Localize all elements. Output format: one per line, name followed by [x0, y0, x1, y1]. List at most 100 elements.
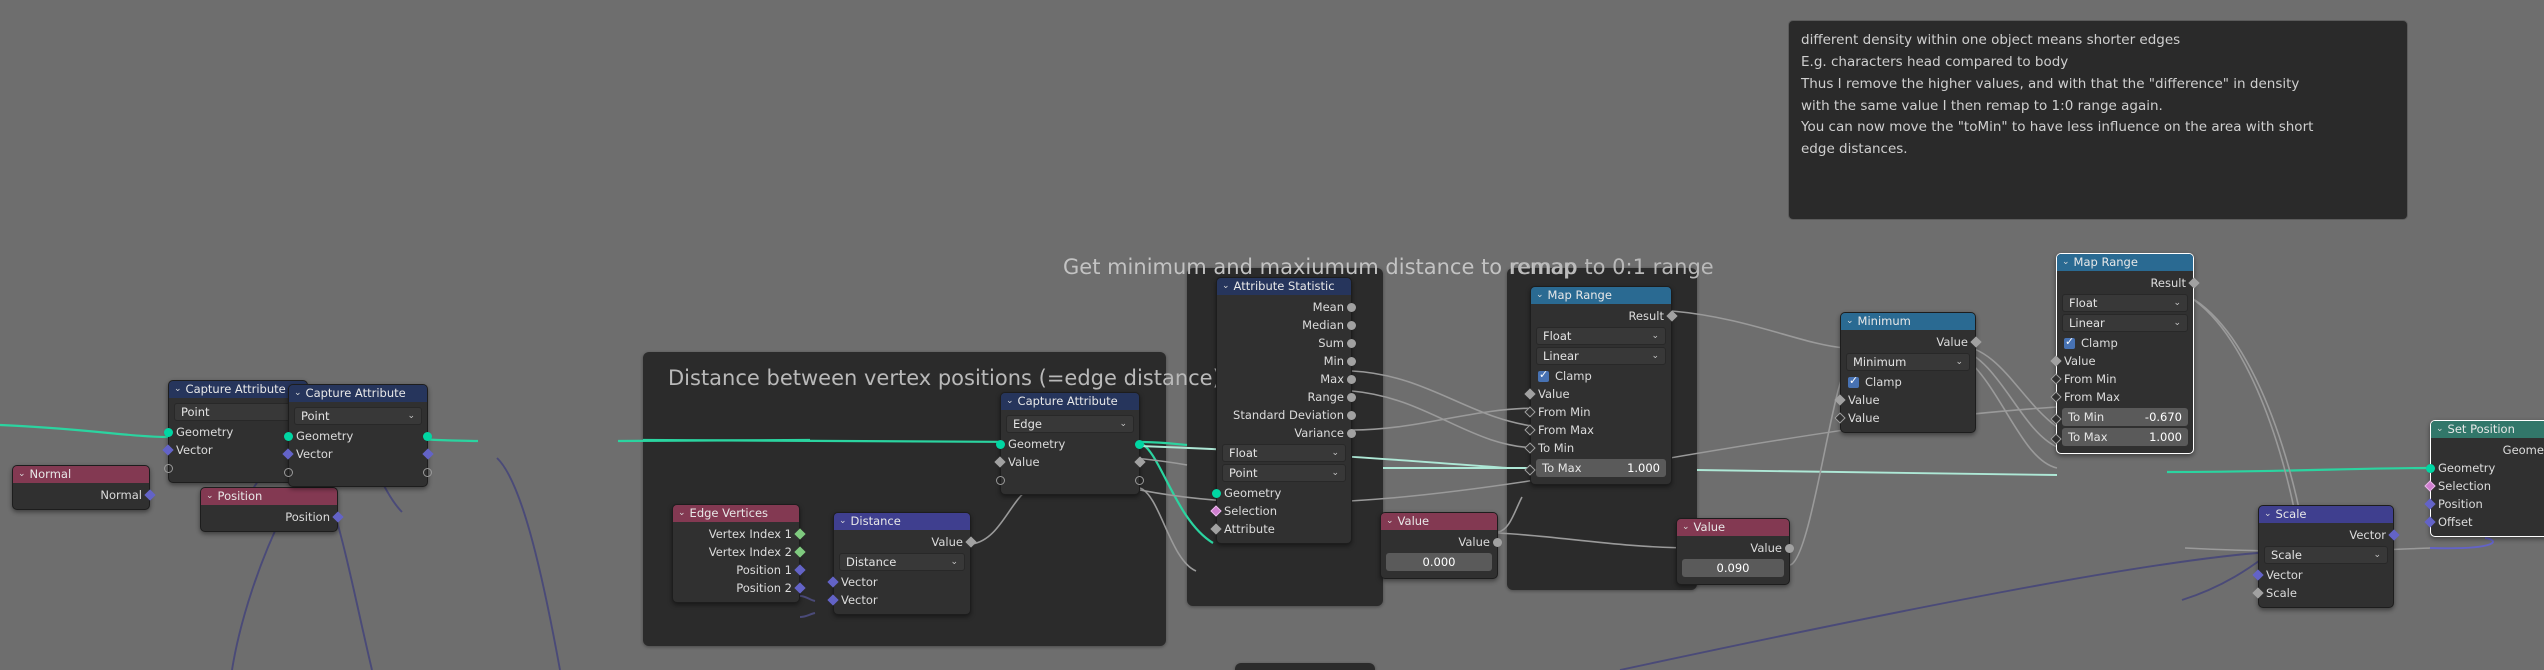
- to-min-input-socket[interactable]: [2050, 413, 2062, 425]
- from-max-input-socket[interactable]: [2050, 391, 2062, 403]
- max-output-socket[interactable]: [1347, 374, 1356, 384]
- node-capture-attribute-2-header[interactable]: ⌄ Capture Attribute: [289, 385, 427, 402]
- node-edge-vertices-header[interactable]: ⌄ Edge Vertices: [673, 505, 799, 522]
- vector-input-socket[interactable]: [162, 444, 174, 456]
- socket-row-offset[interactable]: Offset: [2424, 513, 2544, 531]
- socket-row-normal-out[interactable]: Normal: [13, 486, 156, 504]
- collapse-chevron-icon[interactable]: ⌄: [2264, 510, 2272, 519]
- vector-output-socket[interactable]: [2388, 529, 2400, 541]
- extra-input-socket[interactable]: [164, 463, 173, 473]
- socket-row-vector-out[interactable]: Vector: [2259, 526, 2400, 544]
- data-type-dropdown[interactable]: Float ⌄: [1222, 444, 1346, 462]
- node-scale[interactable]: ⌄ Scale Vector Scale ⌄ Vector Scale: [2252, 505, 2400, 608]
- value-output-socket[interactable]: [1970, 336, 1982, 348]
- collapse-chevron-icon[interactable]: ⌄: [678, 509, 686, 518]
- socket-row-from-max[interactable]: From Max: [2050, 388, 2193, 406]
- clamp-checkbox-row[interactable]: Clamp: [1531, 367, 1671, 385]
- operation-dropdown[interactable]: Scale ⌄: [2264, 546, 2388, 564]
- node-capture-attribute-edge[interactable]: ⌄ Capture Attribute Edge ⌄ Geometry Valu…: [994, 392, 1146, 495]
- node-capture-attribute-edge-header[interactable]: ⌄ Capture Attribute: [1001, 393, 1139, 410]
- socket-row-extra[interactable]: [996, 471, 1144, 489]
- socket-row-mean[interactable]: Mean: [1217, 298, 1356, 316]
- node-distance[interactable]: ⌄ Distance Value Distance ⌄ Vector Vecto…: [827, 512, 977, 615]
- value-input-socket[interactable]: [2050, 355, 2062, 367]
- socket-row-geometry-in[interactable]: Geometry: [2426, 459, 2544, 477]
- node-value-2[interactable]: ⌄ Value Value 0.090: [1676, 518, 1794, 585]
- socket-row-geometry[interactable]: Geometry: [996, 435, 1144, 453]
- collapse-chevron-icon[interactable]: ⌄: [1006, 397, 1014, 406]
- socket-row-median[interactable]: Median: [1217, 316, 1356, 334]
- socket-row-position[interactable]: Position: [2424, 495, 2544, 513]
- to-max-input-socket[interactable]: [2050, 433, 2062, 445]
- clamp-checkbox[interactable]: [2064, 335, 2075, 349]
- socket-row-geometry[interactable]: Geometry: [284, 427, 432, 445]
- vector-output-socket[interactable]: [422, 448, 434, 460]
- geometry-output-socket[interactable]: [1135, 439, 1144, 449]
- node-minimum-header[interactable]: ⌄ Minimum: [1841, 313, 1975, 330]
- socket-row-value-b[interactable]: Value: [1834, 409, 1975, 427]
- socket-row-geometry[interactable]: Geometry: [1212, 484, 1351, 502]
- socket-row-vertex-index-2[interactable]: Vertex Index 2: [673, 543, 806, 561]
- normal-output-socket[interactable]: [144, 489, 156, 501]
- sum-output-socket[interactable]: [1347, 338, 1356, 348]
- socket-row-range[interactable]: Range: [1217, 388, 1356, 406]
- geometry-output-socket[interactable]: [423, 431, 432, 441]
- socket-row-selection[interactable]: Selection: [2424, 477, 2544, 495]
- mean-output-socket[interactable]: [1347, 302, 1356, 312]
- extra-output-socket[interactable]: [1135, 475, 1144, 485]
- collapse-chevron-icon[interactable]: ⌄: [294, 389, 302, 398]
- socket-row-value-a[interactable]: Value: [1834, 391, 1975, 409]
- min-output-socket[interactable]: [1347, 356, 1356, 366]
- geometry-input-socket[interactable]: [1212, 488, 1221, 498]
- clamp-checkbox-row[interactable]: Clamp: [2057, 334, 2193, 352]
- socket-row-value[interactable]: Value: [2050, 352, 2193, 370]
- socket-row-selection[interactable]: Selection: [1210, 502, 1351, 520]
- result-output-socket[interactable]: [2188, 277, 2200, 289]
- socket-row-attribute[interactable]: Attribute: [1210, 520, 1351, 538]
- node-map-range-1-header[interactable]: ⌄ Map Range: [1531, 287, 1671, 304]
- socket-row-vector-a[interactable]: Vector: [827, 573, 970, 591]
- node-set-position-header[interactable]: ⌄ Set Position: [2431, 421, 2544, 438]
- position-input-socket[interactable]: [2424, 498, 2436, 510]
- from-min-input-socket[interactable]: [2050, 373, 2062, 385]
- socket-row-min[interactable]: Min: [1217, 352, 1356, 370]
- frame-bottom-partial[interactable]: [1235, 663, 1375, 670]
- node-edge-vertices[interactable]: ⌄ Edge Vertices Vertex Index 1 Vertex In…: [672, 504, 806, 603]
- variance-output-socket[interactable]: [1347, 428, 1356, 438]
- node-map-range-2[interactable]: ⌄ Map Range Result Float ⌄ Linear ⌄ Clam…: [2050, 253, 2200, 454]
- collapse-chevron-icon[interactable]: ⌄: [1386, 517, 1394, 526]
- node-value-1-header[interactable]: ⌄ Value: [1381, 513, 1497, 530]
- collapse-chevron-icon[interactable]: ⌄: [18, 470, 26, 479]
- node-minimum[interactable]: ⌄ Minimum Value Minimum ⌄ Clamp Value: [1834, 312, 1982, 433]
- value-output-socket[interactable]: [1785, 543, 1794, 553]
- node-normal-header[interactable]: ⌄ Normal: [13, 466, 149, 483]
- scale-input-socket[interactable]: [2252, 587, 2264, 599]
- interpolation-dropdown[interactable]: Linear ⌄: [1536, 347, 1666, 365]
- socket-row-vertex-index-1[interactable]: Vertex Index 1: [673, 525, 806, 543]
- value-a-input-socket[interactable]: [1834, 394, 1846, 406]
- geometry-input-socket[interactable]: [164, 427, 173, 437]
- collapse-chevron-icon[interactable]: ⌄: [1536, 291, 1544, 300]
- socket-row-from-max[interactable]: From Max: [1524, 421, 1671, 439]
- socket-row-value[interactable]: Value: [1524, 385, 1671, 403]
- geometry-input-socket[interactable]: [996, 439, 1005, 449]
- domain-dropdown[interactable]: Point ⌄: [294, 407, 422, 425]
- socket-row-result[interactable]: Result: [1531, 307, 1678, 325]
- extra-input-socket[interactable]: [996, 475, 1005, 485]
- value-number-field[interactable]: 0.090: [1682, 559, 1784, 577]
- socket-row-result[interactable]: Result: [2057, 274, 2200, 292]
- vector-input-socket[interactable]: [2252, 569, 2264, 581]
- annotation-note[interactable]: different density within one object mean…: [1788, 20, 2408, 220]
- socket-row-from-min[interactable]: From Min: [2050, 370, 2193, 388]
- extra-input-socket[interactable]: [284, 467, 293, 477]
- socket-row-geometry-out[interactable]: Geometry: [2431, 441, 2544, 459]
- collapse-chevron-icon[interactable]: ⌄: [2436, 425, 2444, 434]
- socket-row-from-min[interactable]: From Min: [1524, 403, 1671, 421]
- to-min-number-field[interactable]: To Min -0.670: [2062, 408, 2188, 426]
- node-attribute-statistic-header[interactable]: ⌄ Attribute Statistic: [1217, 278, 1351, 295]
- operation-dropdown[interactable]: Distance ⌄: [839, 553, 965, 571]
- node-position-header[interactable]: ⌄ Position: [201, 488, 337, 505]
- socket-row-value[interactable]: Value: [994, 453, 1146, 471]
- domain-dropdown[interactable]: Point ⌄: [1222, 464, 1346, 482]
- socket-row-position-1[interactable]: Position 1: [673, 561, 806, 579]
